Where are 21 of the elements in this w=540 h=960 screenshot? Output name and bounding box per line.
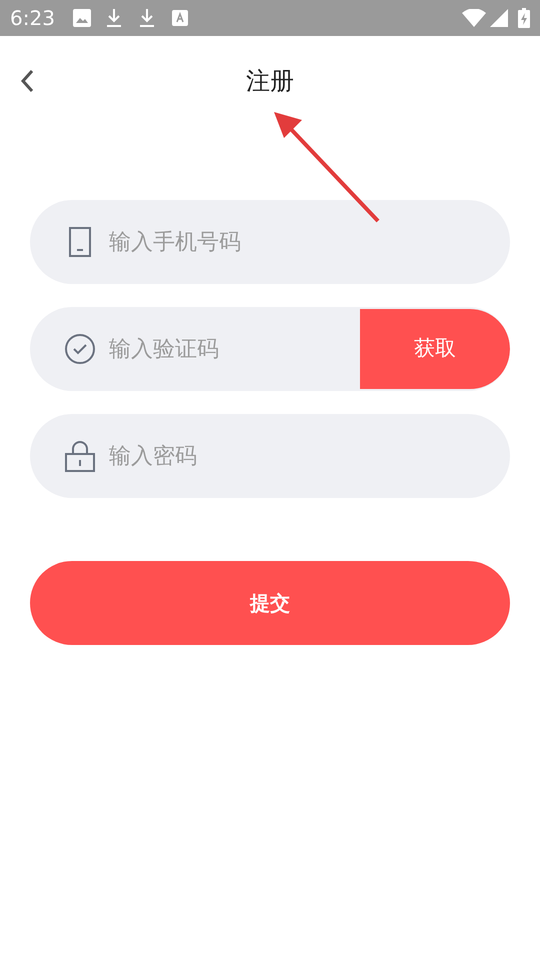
- get-code-button[interactable]: 获取: [360, 309, 510, 389]
- signal-icon: [490, 9, 508, 27]
- back-icon: [20, 69, 34, 93]
- check-circle-icon: [64, 333, 96, 365]
- text-input[interactable]: 输入验证码: [109, 332, 360, 366]
- clock: 6:23: [10, 5, 55, 32]
- battery-icon: [518, 8, 530, 28]
- submit-button[interactable]: 提交: [30, 561, 510, 645]
- download-icon: [138, 8, 155, 28]
- wifi-icon: [462, 9, 486, 27]
- input-field[interactable]: 输入验证码 获取: [30, 307, 510, 391]
- download-icon: [106, 8, 122, 28]
- text-input[interactable]: 输入密码: [109, 440, 510, 472]
- input-field[interactable]: 输入手机号码: [30, 200, 510, 284]
- text-input[interactable]: 输入手机号码: [109, 226, 510, 258]
- font-icon: [172, 10, 188, 26]
- input-field[interactable]: 输入密码: [30, 414, 510, 498]
- phone-icon: [68, 226, 92, 258]
- image-icon: [72, 9, 91, 27]
- page-title: 注册: [246, 66, 294, 97]
- lock-icon: [65, 440, 95, 472]
